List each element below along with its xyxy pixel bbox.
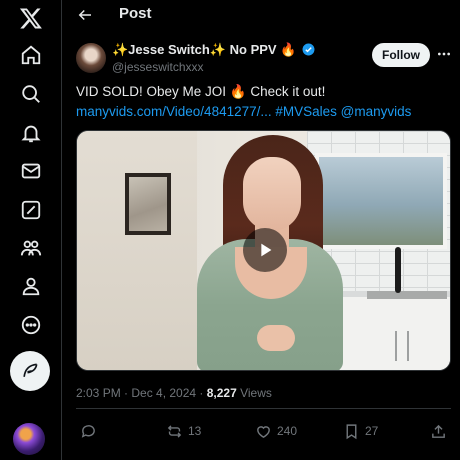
divider [76,408,451,409]
more-dots-icon[interactable] [436,46,452,62]
profile-icon[interactable] [13,268,49,304]
like-count: 240 [277,424,298,438]
post-meta: 2:03 PM · Dec 4, 2024 · 8,227 Views [76,386,272,400]
video-frame-picture [125,173,171,235]
video-player[interactable] [76,130,451,371]
back-arrow-icon[interactable] [74,4,96,26]
compose-button[interactable] [10,351,50,391]
repost-icon [167,424,182,438]
post-timestamp[interactable]: 2:03 PM · Dec 4, 2024 · [76,386,207,400]
repost-count: 13 [188,424,202,438]
bookmark-icon [346,423,357,439]
search-icon[interactable] [13,76,49,112]
author-name-row[interactable]: ✨Jesse Switch✨ No PPV 🔥 [112,42,315,58]
like-icon [257,425,270,438]
verified-badge-icon [302,43,315,56]
author-handle[interactable]: @jesseswitchxxx [112,60,204,74]
home-icon[interactable] [13,37,49,73]
share-button[interactable] [430,420,447,442]
video-frame-faucet [395,247,401,293]
page-header: Post [62,0,460,30]
page-title: Post [119,5,152,22]
reply-button[interactable] [80,420,97,442]
follow-button[interactable]: Follow [372,43,430,67]
x-logo-icon[interactable] [13,0,49,36]
side-nav [0,0,62,460]
compose-feather-icon [23,363,38,377]
reply-icon [81,424,95,438]
like-button[interactable]: 240 [255,420,297,442]
repost-button[interactable]: 13 [166,420,201,442]
post-text: VID SOLD! Obey Me JOI 🔥 Check it out! [76,84,326,99]
video-frame-sink [367,291,447,299]
mail-icon[interactable] [13,153,49,189]
author-name[interactable]: ✨Jesse Switch✨ No PPV 🔥 [112,42,296,57]
grok-icon[interactable] [13,192,49,228]
post-link[interactable]: manyvids.com/Video/4841277/... #MVSales … [76,104,411,119]
author-avatar[interactable] [76,43,106,73]
communities-icon[interactable] [13,230,49,266]
bookmark-button[interactable]: 27 [343,420,378,442]
views-count: 8,227 [206,386,237,400]
views-label: Views [236,386,272,400]
more-circle-icon[interactable] [13,307,49,343]
share-icon [432,424,445,438]
play-icon [261,243,272,257]
bookmark-count: 27 [365,424,379,438]
video-frame-wall [77,131,197,370]
bell-icon[interactable] [13,115,49,151]
cabinet-handle [395,331,397,361]
account-avatar[interactable] [13,423,45,455]
cabinet-handle [407,331,409,361]
play-button[interactable] [243,228,287,272]
